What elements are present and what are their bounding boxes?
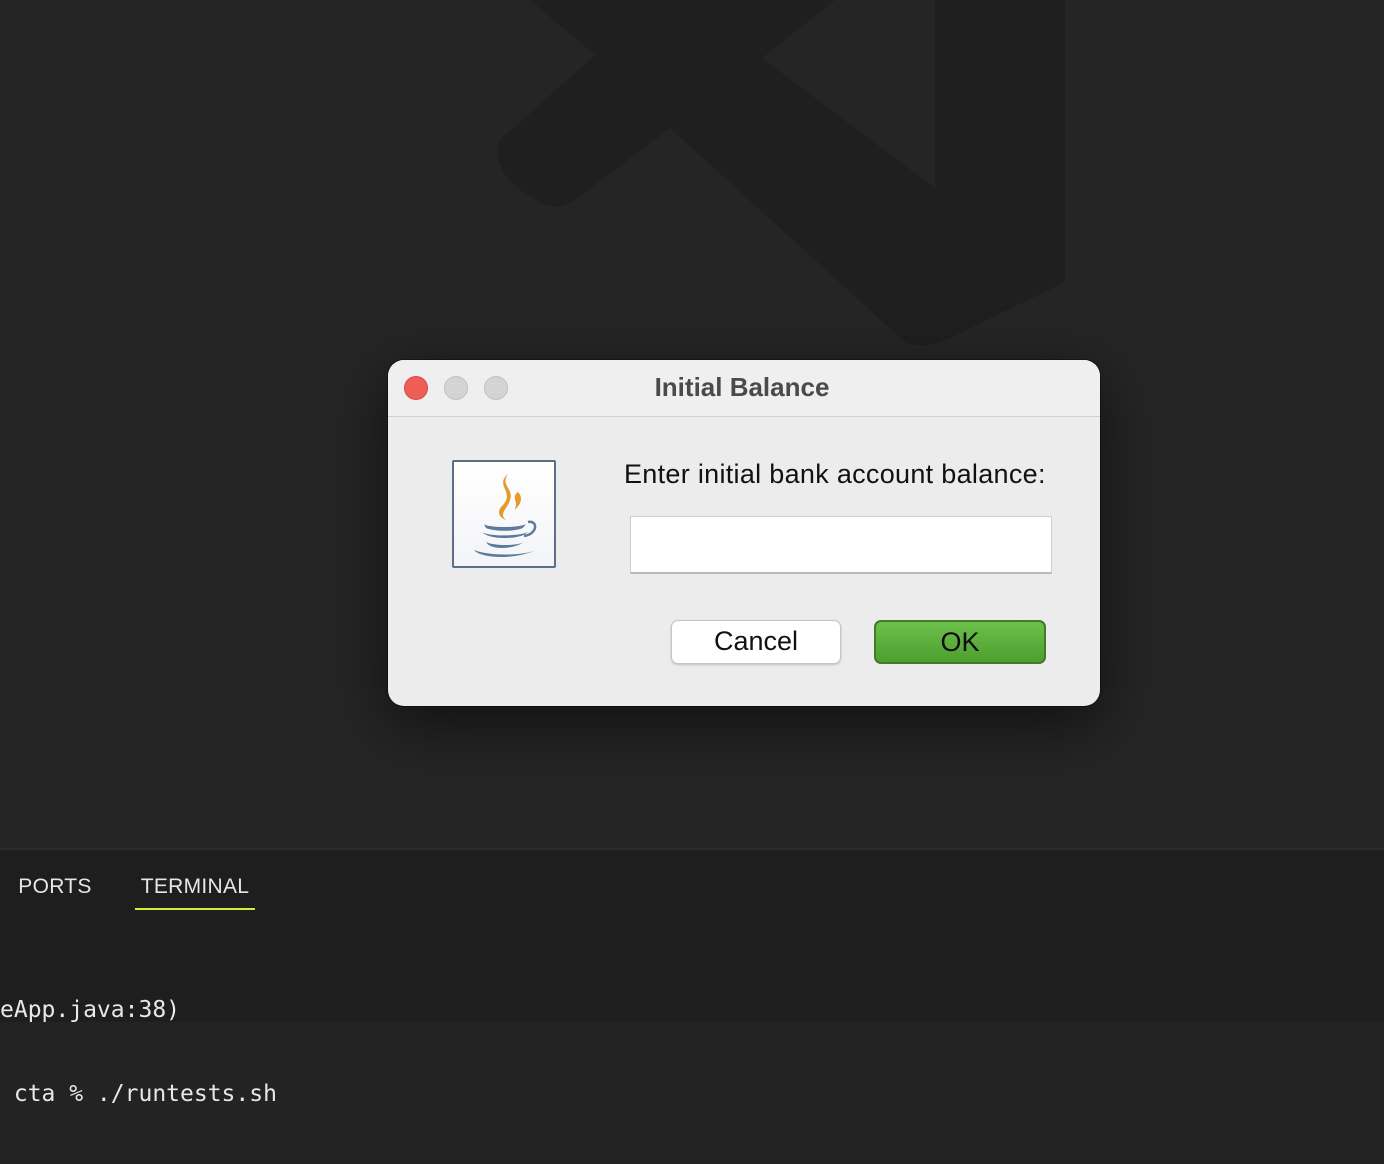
dialog-title: Initial Balance [654, 372, 830, 402]
balance-input[interactable] [630, 516, 1052, 574]
initial-balance-dialog: Initial Balance Enter initial bank accou… [388, 360, 1100, 706]
cancel-button[interactable]: Cancel [671, 620, 841, 664]
prompt-label: Enter initial bank account balance: [624, 459, 1046, 489]
tab-terminal[interactable]: TERMINAL [135, 870, 255, 910]
terminal-line: cta % ./runtests.sh [0, 1081, 277, 1107]
bottom-panel: PORTS TERMINAL eApp.java:38) cta % ./run… [0, 848, 1384, 1107]
java-icon [452, 460, 556, 568]
tab-ports[interactable]: PORTS [18, 870, 92, 908]
terminal-output[interactable]: eApp.java:38) cta % ./runtests.sh [0, 940, 277, 1164]
ok-button[interactable]: OK [874, 620, 1046, 664]
dialog-titlebar[interactable]: Initial Balance [388, 360, 1100, 417]
